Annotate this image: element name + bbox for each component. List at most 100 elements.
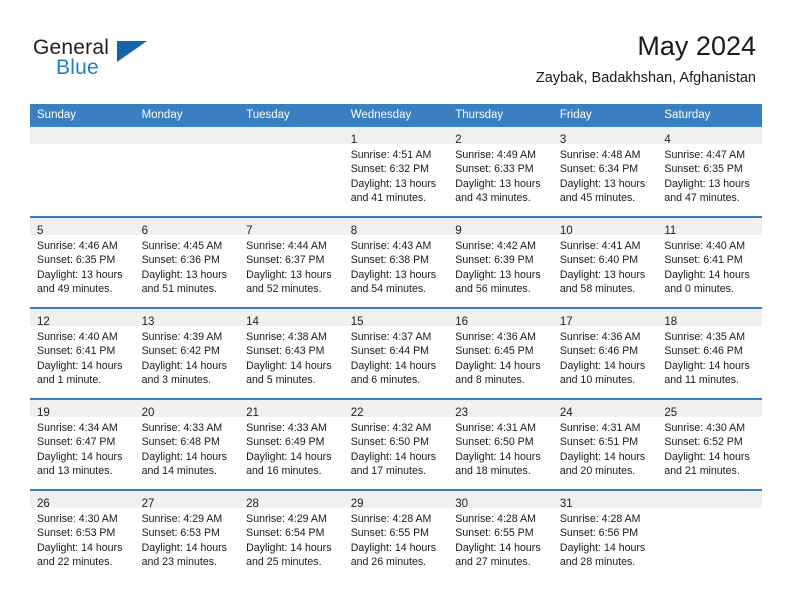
day-number: 30 (455, 498, 469, 510)
day-number-band (657, 491, 762, 508)
calendar-day-cell[interactable]: 24 Sunrise: 4:31 AM Sunset: 6:51 PM Dayligh… (552, 398, 658, 490)
day-detail-line: Sunrise: 4:38 AM (246, 331, 327, 343)
calendar-day-cell[interactable]: 20 Sunrise: 4:33 AM Sunset: 6:48 PM Dayligh… (134, 398, 240, 490)
calendar-day-cell[interactable]: 31 Sunrise: 4:28 AM Sunset: 6:56 PM Dayligh… (552, 489, 658, 580)
day-detail-line: Sunset: 6:38 PM (350, 254, 430, 267)
day-number: 6 (141, 225, 148, 237)
calendar-day-cell[interactable]: 9 Sunrise: 4:42 AM Sunset: 6:39 PM Daylight… (448, 216, 553, 308)
calendar-day-cell[interactable]: 25 Sunrise: 4:30 AM Sunset: 6:52 PM Dayligh… (657, 398, 762, 490)
day-detail-line: Sunrise: 4:46 AM (37, 240, 118, 252)
calendar-day-cell[interactable]: 28 Sunrise: 4:29 AM Sunset: 6:54 PM Dayligh… (239, 489, 344, 580)
calendar-day-cell[interactable]: 26 Sunrise: 4:30 AM Sunset: 6:53 PM Dayligh… (30, 489, 135, 580)
day-number-band: 14 (239, 309, 344, 328)
calendar-day-cell[interactable]: 1 Sunrise: 4:51 AM Sunset: 6:32 PM Daylight… (343, 127, 449, 217)
calendar-day-cell[interactable]: 17 Sunrise: 4:36 AM Sunset: 6:46 PM Dayligh… (552, 307, 658, 399)
day-detail-line: Daylight: 13 hours (350, 177, 437, 190)
calendar-day-cell[interactable]: 4 Sunrise: 4:47 AM Sunset: 6:35 PM Daylight… (657, 127, 762, 217)
day-number-band (134, 127, 240, 144)
day-detail-line: and 58 minutes. (559, 283, 636, 296)
day-details: Sunrise: 4:34 AM Sunset: 6:47 PM Daylight:… (30, 417, 135, 479)
day-detail-line: Daylight: 14 hours (37, 450, 123, 463)
day-detail-line: and 25 minutes. (246, 556, 322, 569)
day-detail-line: and 0 minutes. (664, 283, 734, 296)
day-details: Sunrise: 4:39 AM Sunset: 6:42 PM Daylight:… (135, 326, 240, 388)
day-detail-line: Sunset: 6:42 PM (141, 345, 220, 358)
day-detail-line: Sunset: 6:44 PM (350, 345, 430, 358)
day-detail-line: Sunrise: 4:36 AM (455, 331, 536, 343)
day-number-band: 19 (30, 400, 135, 419)
calendar-day-cell-empty (134, 127, 240, 217)
day-detail-line: and 22 minutes. (37, 556, 113, 569)
day-detail-line: Daylight: 13 hours (37, 268, 123, 281)
day-number-band: 12 (30, 309, 135, 328)
day-details: Sunrise: 4:29 AM Sunset: 6:54 PM Daylight:… (239, 508, 344, 570)
day-details: Sunrise: 4:33 AM Sunset: 6:48 PM Daylight:… (135, 417, 240, 479)
day-detail-line: Daylight: 13 hours (664, 177, 750, 190)
day-detail-line: Sunrise: 4:51 AM (350, 149, 432, 161)
calendar-day-cell[interactable]: 13 Sunrise: 4:39 AM Sunset: 6:42 PM Dayligh… (134, 307, 240, 399)
calendar-day-cell[interactable]: 29 Sunrise: 4:28 AM Sunset: 6:55 PM Dayligh… (343, 489, 449, 580)
weekday-header-wednesday: Wednesday (343, 104, 449, 127)
calendar-day-cell[interactable]: 22 Sunrise: 4:32 AM Sunset: 6:50 PM Dayligh… (343, 398, 449, 490)
day-number: 21 (246, 407, 259, 419)
calendar-day-cell[interactable]: 18 Sunrise: 4:35 AM Sunset: 6:46 PM Dayligh… (657, 307, 762, 399)
day-number-band: 27 (134, 491, 240, 510)
general-blue-logo[interactable]: General Blue (33, 36, 163, 82)
weekday-header-monday: Monday (134, 104, 240, 127)
day-details: Sunrise: 4:28 AM Sunset: 6:56 PM Daylight:… (553, 508, 658, 570)
calendar-day-cell[interactable]: 10 Sunrise: 4:41 AM Sunset: 6:40 PM Dayligh… (552, 216, 658, 308)
calendar-day-cell[interactable]: 16 Sunrise: 4:36 AM Sunset: 6:45 PM Dayligh… (448, 307, 553, 399)
day-number: 3 (559, 134, 567, 146)
calendar-day-cell[interactable]: 21 Sunrise: 4:33 AM Sunset: 6:49 PM Dayligh… (239, 398, 344, 490)
calendar-day-cell[interactable]: 15 Sunrise: 4:37 AM Sunset: 6:44 PM Dayligh… (343, 307, 449, 399)
day-details: Sunrise: 4:31 AM Sunset: 6:51 PM Daylight:… (553, 417, 658, 479)
day-detail-line: Sunrise: 4:41 AM (559, 240, 641, 252)
day-detail-line: Sunset: 6:45 PM (455, 345, 534, 358)
calendar-day-cell[interactable]: 2 Sunrise: 4:49 AM Sunset: 6:33 PM Daylight… (448, 127, 553, 217)
page-header: General Blue May 2024 Zaybak, Badakhshan… (0, 0, 792, 100)
day-number-band: 21 (239, 400, 344, 419)
calendar-header-row: Sunday Monday Tuesday Wednesday Thursday Frid… (30, 104, 762, 127)
calendar-day-cell[interactable]: 5 Sunrise: 4:46 AM Sunset: 6:35 PM Daylight… (30, 216, 135, 308)
day-detail-line: Daylight: 14 hours (664, 359, 750, 372)
day-number-band: 8 (343, 218, 449, 237)
day-detail-line: Daylight: 14 hours (559, 450, 646, 463)
calendar-day-cell[interactable]: 7 Sunrise: 4:44 AM Sunset: 6:37 PM Daylight… (239, 216, 344, 308)
calendar-day-cell[interactable]: 6 Sunrise: 4:45 AM Sunset: 6:36 PM Daylight… (134, 216, 240, 308)
day-detail-line: Sunset: 6:53 PM (141, 527, 220, 540)
day-detail-line: Sunset: 6:50 PM (455, 436, 534, 449)
calendar-day-cell[interactable]: 23 Sunrise: 4:31 AM Sunset: 6:50 PM Dayligh… (448, 398, 553, 490)
day-detail-line: and 47 minutes. (664, 192, 740, 205)
day-detail-line: and 5 minutes. (246, 374, 316, 387)
calendar-day-cell[interactable]: 30 Sunrise: 4:28 AM Sunset: 6:55 PM Dayligh… (448, 489, 553, 580)
calendar-day-cell[interactable]: 8 Sunrise: 4:43 AM Sunset: 6:38 PM Daylight… (343, 216, 449, 308)
calendar-day-cell[interactable]: 27 Sunrise: 4:29 AM Sunset: 6:53 PM Dayligh… (134, 489, 240, 580)
day-number: 15 (350, 316, 364, 328)
calendar-day-cell[interactable]: 19 Sunrise: 4:34 AM Sunset: 6:47 PM Dayligh… (30, 398, 135, 490)
logo-text-blue: Blue (56, 56, 99, 79)
day-detail-line: Daylight: 14 hours (350, 359, 437, 372)
calendar-day-cell[interactable]: 3 Sunrise: 4:48 AM Sunset: 6:34 PM Daylight… (552, 127, 658, 217)
day-detail-line: and 49 minutes. (37, 283, 113, 296)
day-detail-line: and 45 minutes. (559, 192, 636, 205)
day-details: Sunrise: 4:29 AM Sunset: 6:53 PM Daylight:… (135, 508, 240, 570)
day-number: 16 (455, 316, 469, 328)
day-number-band: 20 (134, 400, 240, 419)
day-detail-line: Sunset: 6:56 PM (559, 527, 639, 540)
day-number-band: 31 (552, 491, 658, 510)
calendar-day-cell[interactable]: 11 Sunrise: 4:40 AM Sunset: 6:41 PM Dayligh… (657, 216, 762, 308)
day-details: Sunrise: 4:41 AM Sunset: 6:40 PM Daylight:… (553, 235, 658, 297)
calendar-day-cell[interactable]: 14 Sunrise: 4:38 AM Sunset: 6:43 PM Dayligh… (239, 307, 344, 399)
calendar-day-cell[interactable]: 12 Sunrise: 4:40 AM Sunset: 6:41 PM Dayligh… (30, 307, 135, 399)
weekday-header-friday: Friday (552, 104, 658, 127)
day-number-band: 16 (448, 309, 553, 328)
day-number-band: 15 (343, 309, 449, 328)
day-number-band: 13 (134, 309, 240, 328)
day-detail-line: and 23 minutes. (141, 556, 217, 569)
day-number: 18 (664, 316, 678, 328)
day-number: 2 (455, 134, 462, 146)
day-number: 29 (350, 498, 364, 510)
day-detail-line: and 52 minutes. (246, 283, 322, 296)
day-details: Sunrise: 4:33 AM Sunset: 6:49 PM Daylight:… (239, 417, 344, 479)
day-detail-line: Sunset: 6:52 PM (664, 436, 743, 449)
